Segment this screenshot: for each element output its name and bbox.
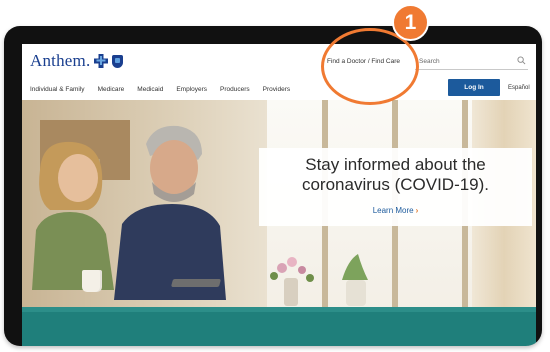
device-frame: Anthem. Find a Doctor / Find Care Search…: [4, 26, 542, 346]
chevron-right-icon: ›: [415, 206, 419, 215]
search-input[interactable]: Search: [415, 52, 528, 70]
tablet-device: [170, 279, 222, 287]
step-number-badge: 1: [392, 4, 429, 41]
nav-item-medicare[interactable]: Medicare: [98, 86, 125, 93]
man-photo: [114, 125, 226, 300]
nav-item-employers[interactable]: Employers: [176, 86, 207, 93]
learn-more-label: Learn More: [372, 206, 414, 215]
promo-title: Stay informed about the coronavirus (COV…: [301, 155, 490, 194]
login-button[interactable]: Log In: [448, 79, 500, 96]
nav-item-individual-family[interactable]: Individual & Family: [30, 86, 85, 93]
nav-item-producers[interactable]: Producers: [220, 86, 250, 93]
browser-screen: Anthem. Find a Doctor / Find Care Search…: [22, 44, 536, 346]
learn-more-link[interactable]: Learn More ›: [259, 206, 532, 215]
blue-shield-icon: [112, 54, 124, 68]
covid-promo-card: Stay informed about the coronavirus (COV…: [259, 148, 532, 226]
search-placeholder: Search: [419, 58, 440, 65]
search-icon[interactable]: [517, 56, 526, 65]
woman-photo: [32, 141, 114, 290]
hero-banner: Stay informed about the coronavirus (COV…: [22, 100, 536, 312]
logo-text: Anthem.: [30, 51, 91, 70]
flower-plants: [270, 254, 368, 306]
main-nav: Individual & Family Medicare Medicaid Em…: [30, 86, 290, 93]
language-toggle[interactable]: Español: [508, 85, 530, 91]
coffee-mug: [82, 270, 102, 292]
nav-item-medicaid[interactable]: Medicaid: [137, 86, 163, 93]
nav-item-providers[interactable]: Providers: [263, 86, 290, 93]
blue-cross-icon: [94, 54, 109, 68]
teal-footer-band: [22, 312, 536, 346]
anthem-logo[interactable]: Anthem.: [30, 51, 124, 70]
